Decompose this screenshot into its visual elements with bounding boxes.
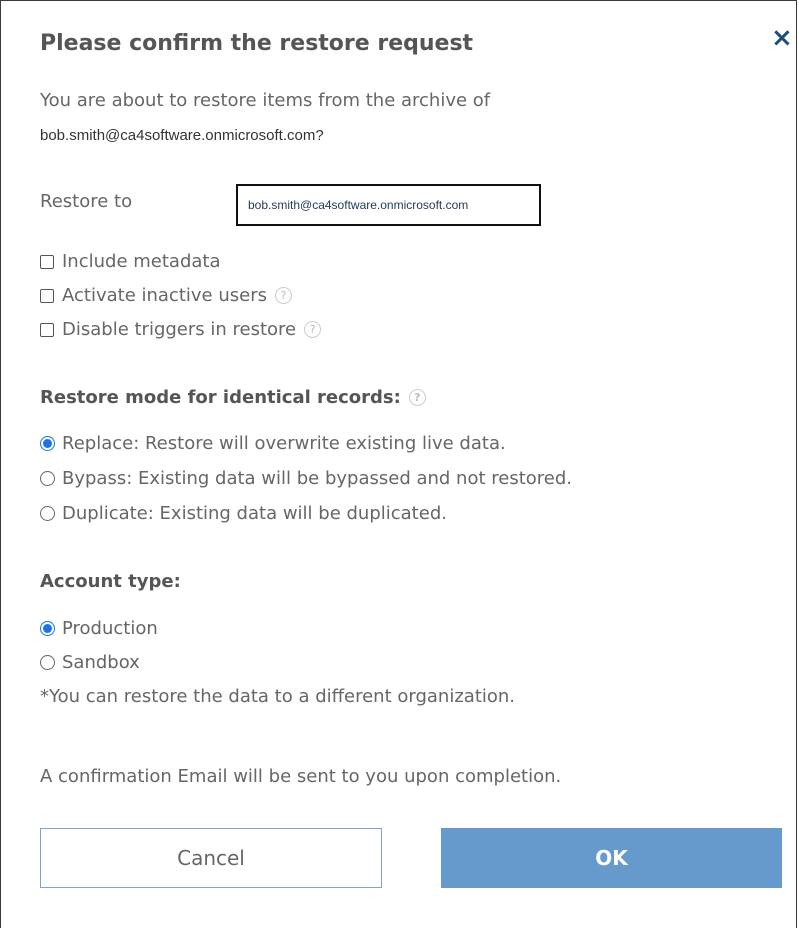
- account-type-production[interactable]: Production: [40, 618, 158, 639]
- activate-inactive-users-option[interactable]: Activate inactive users ?: [40, 285, 292, 306]
- activate-inactive-users-checkbox[interactable]: [40, 288, 54, 303]
- activate-inactive-users-label: Activate inactive users: [62, 285, 267, 306]
- restore-to-label: Restore to: [40, 191, 133, 212]
- disable-triggers-label: Disable triggers in restore: [62, 319, 297, 340]
- restore-mode-heading-text: Restore mode for identical records:: [40, 387, 401, 408]
- account-type-heading-text: Account type:: [40, 571, 181, 592]
- sandbox-radio[interactable]: [40, 655, 55, 670]
- disable-triggers-option[interactable]: Disable triggers in restore ?: [40, 319, 322, 340]
- replace-label: Replace: Restore will overwrite existing…: [62, 433, 506, 454]
- help-icon[interactable]: ?: [304, 321, 322, 338]
- replace-radio[interactable]: [40, 436, 55, 451]
- duplicate-radio[interactable]: [40, 506, 55, 521]
- restore-mode-bypass[interactable]: Bypass: Existing data will be bypassed a…: [40, 468, 572, 489]
- intro-text: You are about to restore items from the …: [40, 90, 491, 111]
- ok-button[interactable]: OK: [441, 828, 782, 888]
- include-metadata-label: Include metadata: [62, 251, 221, 272]
- bypass-label: Bypass: Existing data will be bypassed a…: [62, 468, 573, 489]
- sandbox-label: Sandbox: [62, 652, 140, 673]
- archive-account: bob.smith@ca4software.onmicrosoft.com?: [40, 127, 324, 144]
- duplicate-label: Duplicate: Existing data will be duplica…: [62, 503, 447, 524]
- close-icon[interactable]: ×: [771, 25, 797, 51]
- restore-confirm-dialog: Please confirm the restore request × You…: [0, 0, 797, 928]
- include-metadata-option[interactable]: Include metadata: [40, 251, 220, 272]
- restore-to-input[interactable]: [236, 184, 541, 226]
- production-radio[interactable]: [40, 621, 55, 636]
- disable-triggers-checkbox[interactable]: [40, 322, 54, 337]
- restore-mode-heading: Restore mode for identical records: ?: [40, 387, 426, 408]
- account-type-sandbox[interactable]: Sandbox: [40, 652, 140, 673]
- bypass-radio[interactable]: [40, 471, 55, 486]
- restore-mode-replace[interactable]: Replace: Restore will overwrite existing…: [40, 433, 506, 454]
- account-type-heading: Account type:: [40, 571, 181, 592]
- include-metadata-checkbox[interactable]: [40, 254, 54, 269]
- restore-mode-duplicate[interactable]: Duplicate: Existing data will be duplica…: [40, 503, 447, 524]
- help-icon[interactable]: ?: [274, 287, 292, 304]
- production-label: Production: [62, 618, 158, 639]
- cancel-button[interactable]: Cancel: [40, 828, 382, 888]
- confirmation-note: A confirmation Email will be sent to you…: [40, 766, 562, 787]
- dialog-title: Please confirm the restore request: [40, 31, 474, 56]
- account-type-note: *You can restore the data to a different…: [40, 686, 516, 707]
- help-icon[interactable]: ?: [408, 389, 426, 406]
